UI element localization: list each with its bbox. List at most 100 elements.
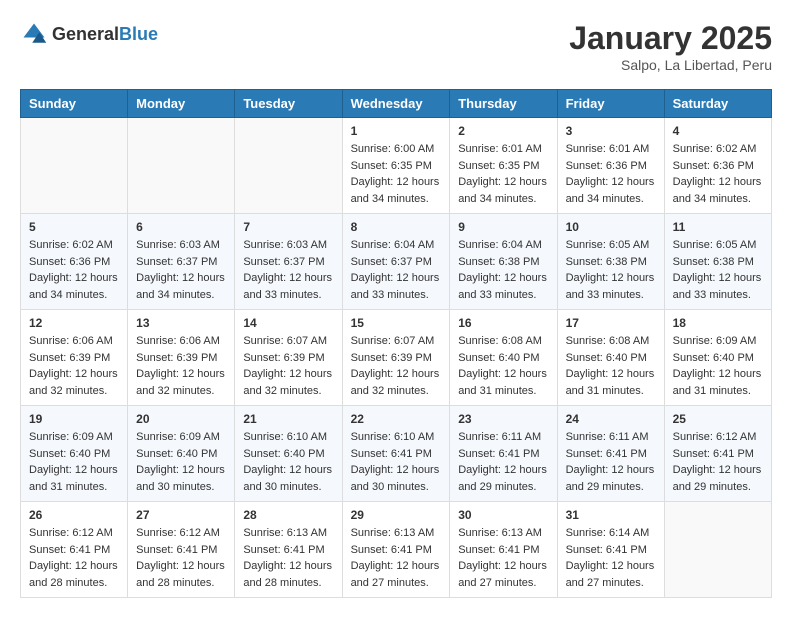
day-info: Sunrise: 6:00 AM Sunset: 6:35 PM Dayligh…	[351, 141, 442, 207]
day-number: 5	[29, 220, 119, 234]
calendar-week-row: 12 Sunrise: 6:06 AM Sunset: 6:39 PM Dayli…	[21, 310, 772, 406]
day-number: 17	[566, 316, 656, 330]
calendar-cell: 2 Sunrise: 6:01 AM Sunset: 6:35 PM Daylig…	[450, 118, 557, 214]
day-info: Sunrise: 6:12 AM Sunset: 6:41 PM Dayligh…	[29, 525, 119, 591]
day-info: Sunrise: 6:12 AM Sunset: 6:41 PM Dayligh…	[136, 525, 226, 591]
day-number: 19	[29, 412, 119, 426]
day-info: Sunrise: 6:05 AM Sunset: 6:38 PM Dayligh…	[673, 237, 763, 303]
day-number: 29	[351, 508, 442, 522]
day-info: Sunrise: 6:01 AM Sunset: 6:35 PM Dayligh…	[458, 141, 548, 207]
day-info: Sunrise: 6:08 AM Sunset: 6:40 PM Dayligh…	[458, 333, 548, 399]
day-header-thursday: Thursday	[450, 90, 557, 118]
day-number: 12	[29, 316, 119, 330]
day-info: Sunrise: 6:02 AM Sunset: 6:36 PM Dayligh…	[29, 237, 119, 303]
calendar-cell: 15 Sunrise: 6:07 AM Sunset: 6:39 PM Dayli…	[342, 310, 450, 406]
day-number: 3	[566, 124, 656, 138]
day-info: Sunrise: 6:09 AM Sunset: 6:40 PM Dayligh…	[29, 429, 119, 495]
day-info: Sunrise: 6:09 AM Sunset: 6:40 PM Dayligh…	[673, 333, 763, 399]
day-number: 4	[673, 124, 763, 138]
day-number: 7	[243, 220, 333, 234]
day-info: Sunrise: 6:03 AM Sunset: 6:37 PM Dayligh…	[243, 237, 333, 303]
calendar-cell	[128, 118, 235, 214]
day-number: 30	[458, 508, 548, 522]
title-block: January 2025 Salpo, La Libertad, Peru	[569, 20, 772, 73]
day-header-friday: Friday	[557, 90, 664, 118]
calendar-table: SundayMondayTuesdayWednesdayThursdayFrid…	[20, 89, 772, 598]
calendar-cell	[664, 502, 771, 598]
day-info: Sunrise: 6:04 AM Sunset: 6:37 PM Dayligh…	[351, 237, 442, 303]
calendar-cell	[235, 118, 342, 214]
calendar-week-row: 26Sunrise: 6:12 AM Sunset: 6:41 PM Dayli…	[21, 502, 772, 598]
calendar-cell: 20Sunrise: 6:09 AM Sunset: 6:40 PM Dayli…	[128, 406, 235, 502]
day-number: 13	[136, 316, 226, 330]
calendar-week-row: 5 Sunrise: 6:02 AM Sunset: 6:36 PM Daylig…	[21, 214, 772, 310]
day-number: 1	[351, 124, 442, 138]
day-number: 18	[673, 316, 763, 330]
day-number: 28	[243, 508, 333, 522]
calendar-cell: 13 Sunrise: 6:06 AM Sunset: 6:39 PM Dayli…	[128, 310, 235, 406]
calendar-cell: 12 Sunrise: 6:06 AM Sunset: 6:39 PM Dayli…	[21, 310, 128, 406]
calendar-cell: 18 Sunrise: 6:09 AM Sunset: 6:40 PM Dayli…	[664, 310, 771, 406]
calendar-cell: 8Sunrise: 6:04 AM Sunset: 6:37 PM Daylig…	[342, 214, 450, 310]
day-number: 31	[566, 508, 656, 522]
calendar-week-row: 19 Sunrise: 6:09 AM Sunset: 6:40 PM Dayli…	[21, 406, 772, 502]
calendar-cell: 1 Sunrise: 6:00 AM Sunset: 6:35 PM Daylig…	[342, 118, 450, 214]
month-year: January 2025	[569, 20, 772, 57]
day-number: 22	[351, 412, 442, 426]
day-info: Sunrise: 6:07 AM Sunset: 6:39 PM Dayligh…	[351, 333, 442, 399]
calendar-cell: 27 Sunrise: 6:12 AM Sunset: 6:41 PM Dayli…	[128, 502, 235, 598]
day-info: Sunrise: 6:07 AM Sunset: 6:39 PM Dayligh…	[243, 333, 333, 399]
day-number: 11	[673, 220, 763, 234]
day-number: 16	[458, 316, 548, 330]
day-info: Sunrise: 6:06 AM Sunset: 6:39 PM Dayligh…	[136, 333, 226, 399]
day-header-monday: Monday	[128, 90, 235, 118]
day-header-tuesday: Tuesday	[235, 90, 342, 118]
calendar-cell: 28Sunrise: 6:13 AM Sunset: 6:41 PM Dayli…	[235, 502, 342, 598]
day-number: 9	[458, 220, 548, 234]
day-number: 10	[566, 220, 656, 234]
day-info: Sunrise: 6:12 AM Sunset: 6:41 PM Dayligh…	[673, 429, 763, 495]
day-info: Sunrise: 6:10 AM Sunset: 6:41 PM Dayligh…	[351, 429, 442, 495]
calendar-cell: 23 Sunrise: 6:11 AM Sunset: 6:41 PM Dayli…	[450, 406, 557, 502]
calendar-cell: 7 Sunrise: 6:03 AM Sunset: 6:37 PM Daylig…	[235, 214, 342, 310]
day-number: 2	[458, 124, 548, 138]
calendar-week-row: 1 Sunrise: 6:00 AM Sunset: 6:35 PM Daylig…	[21, 118, 772, 214]
day-number: 25	[673, 412, 763, 426]
day-number: 23	[458, 412, 548, 426]
day-header-saturday: Saturday	[664, 90, 771, 118]
logo-general: General	[52, 24, 119, 44]
calendar-cell: 4Sunrise: 6:02 AM Sunset: 6:36 PM Daylig…	[664, 118, 771, 214]
calendar-cell: 21 Sunrise: 6:10 AM Sunset: 6:40 PM Dayli…	[235, 406, 342, 502]
day-info: Sunrise: 6:05 AM Sunset: 6:38 PM Dayligh…	[566, 237, 656, 303]
day-number: 27	[136, 508, 226, 522]
day-info: Sunrise: 6:11 AM Sunset: 6:41 PM Dayligh…	[458, 429, 548, 495]
day-number: 15	[351, 316, 442, 330]
calendar-cell: 22 Sunrise: 6:10 AM Sunset: 6:41 PM Dayli…	[342, 406, 450, 502]
calendar-cell: 29 Sunrise: 6:13 AM Sunset: 6:41 PM Dayli…	[342, 502, 450, 598]
day-number: 6	[136, 220, 226, 234]
day-info: Sunrise: 6:01 AM Sunset: 6:36 PM Dayligh…	[566, 141, 656, 207]
day-header-wednesday: Wednesday	[342, 90, 450, 118]
day-info: Sunrise: 6:13 AM Sunset: 6:41 PM Dayligh…	[351, 525, 442, 591]
logo: GeneralBlue	[20, 20, 158, 48]
day-info: Sunrise: 6:14 AM Sunset: 6:41 PM Dayligh…	[566, 525, 656, 591]
logo-icon	[20, 20, 48, 48]
day-number: 21	[243, 412, 333, 426]
calendar-cell: 31 Sunrise: 6:14 AM Sunset: 6:41 PM Dayli…	[557, 502, 664, 598]
day-info: Sunrise: 6:04 AM Sunset: 6:38 PM Dayligh…	[458, 237, 548, 303]
day-info: Sunrise: 6:13 AM Sunset: 6:41 PM Dayligh…	[458, 525, 548, 591]
calendar-cell: 10 Sunrise: 6:05 AM Sunset: 6:38 PM Dayli…	[557, 214, 664, 310]
calendar-cell: 17 Sunrise: 6:08 AM Sunset: 6:40 PM Dayli…	[557, 310, 664, 406]
day-info: Sunrise: 6:10 AM Sunset: 6:40 PM Dayligh…	[243, 429, 333, 495]
day-info: Sunrise: 6:08 AM Sunset: 6:40 PM Dayligh…	[566, 333, 656, 399]
day-info: Sunrise: 6:06 AM Sunset: 6:39 PM Dayligh…	[29, 333, 119, 399]
calendar-cell: 25 Sunrise: 6:12 AM Sunset: 6:41 PM Dayli…	[664, 406, 771, 502]
location: Salpo, La Libertad, Peru	[569, 57, 772, 73]
calendar-cell: 26Sunrise: 6:12 AM Sunset: 6:41 PM Dayli…	[21, 502, 128, 598]
calendar-cell: 5 Sunrise: 6:02 AM Sunset: 6:36 PM Daylig…	[21, 214, 128, 310]
calendar-cell: 11 Sunrise: 6:05 AM Sunset: 6:38 PM Dayli…	[664, 214, 771, 310]
calendar-cell: 6Sunrise: 6:03 AM Sunset: 6:37 PM Daylig…	[128, 214, 235, 310]
calendar-cell: 9 Sunrise: 6:04 AM Sunset: 6:38 PM Daylig…	[450, 214, 557, 310]
calendar-cell: 14Sunrise: 6:07 AM Sunset: 6:39 PM Dayli…	[235, 310, 342, 406]
calendar-header-row: SundayMondayTuesdayWednesdayThursdayFrid…	[21, 90, 772, 118]
